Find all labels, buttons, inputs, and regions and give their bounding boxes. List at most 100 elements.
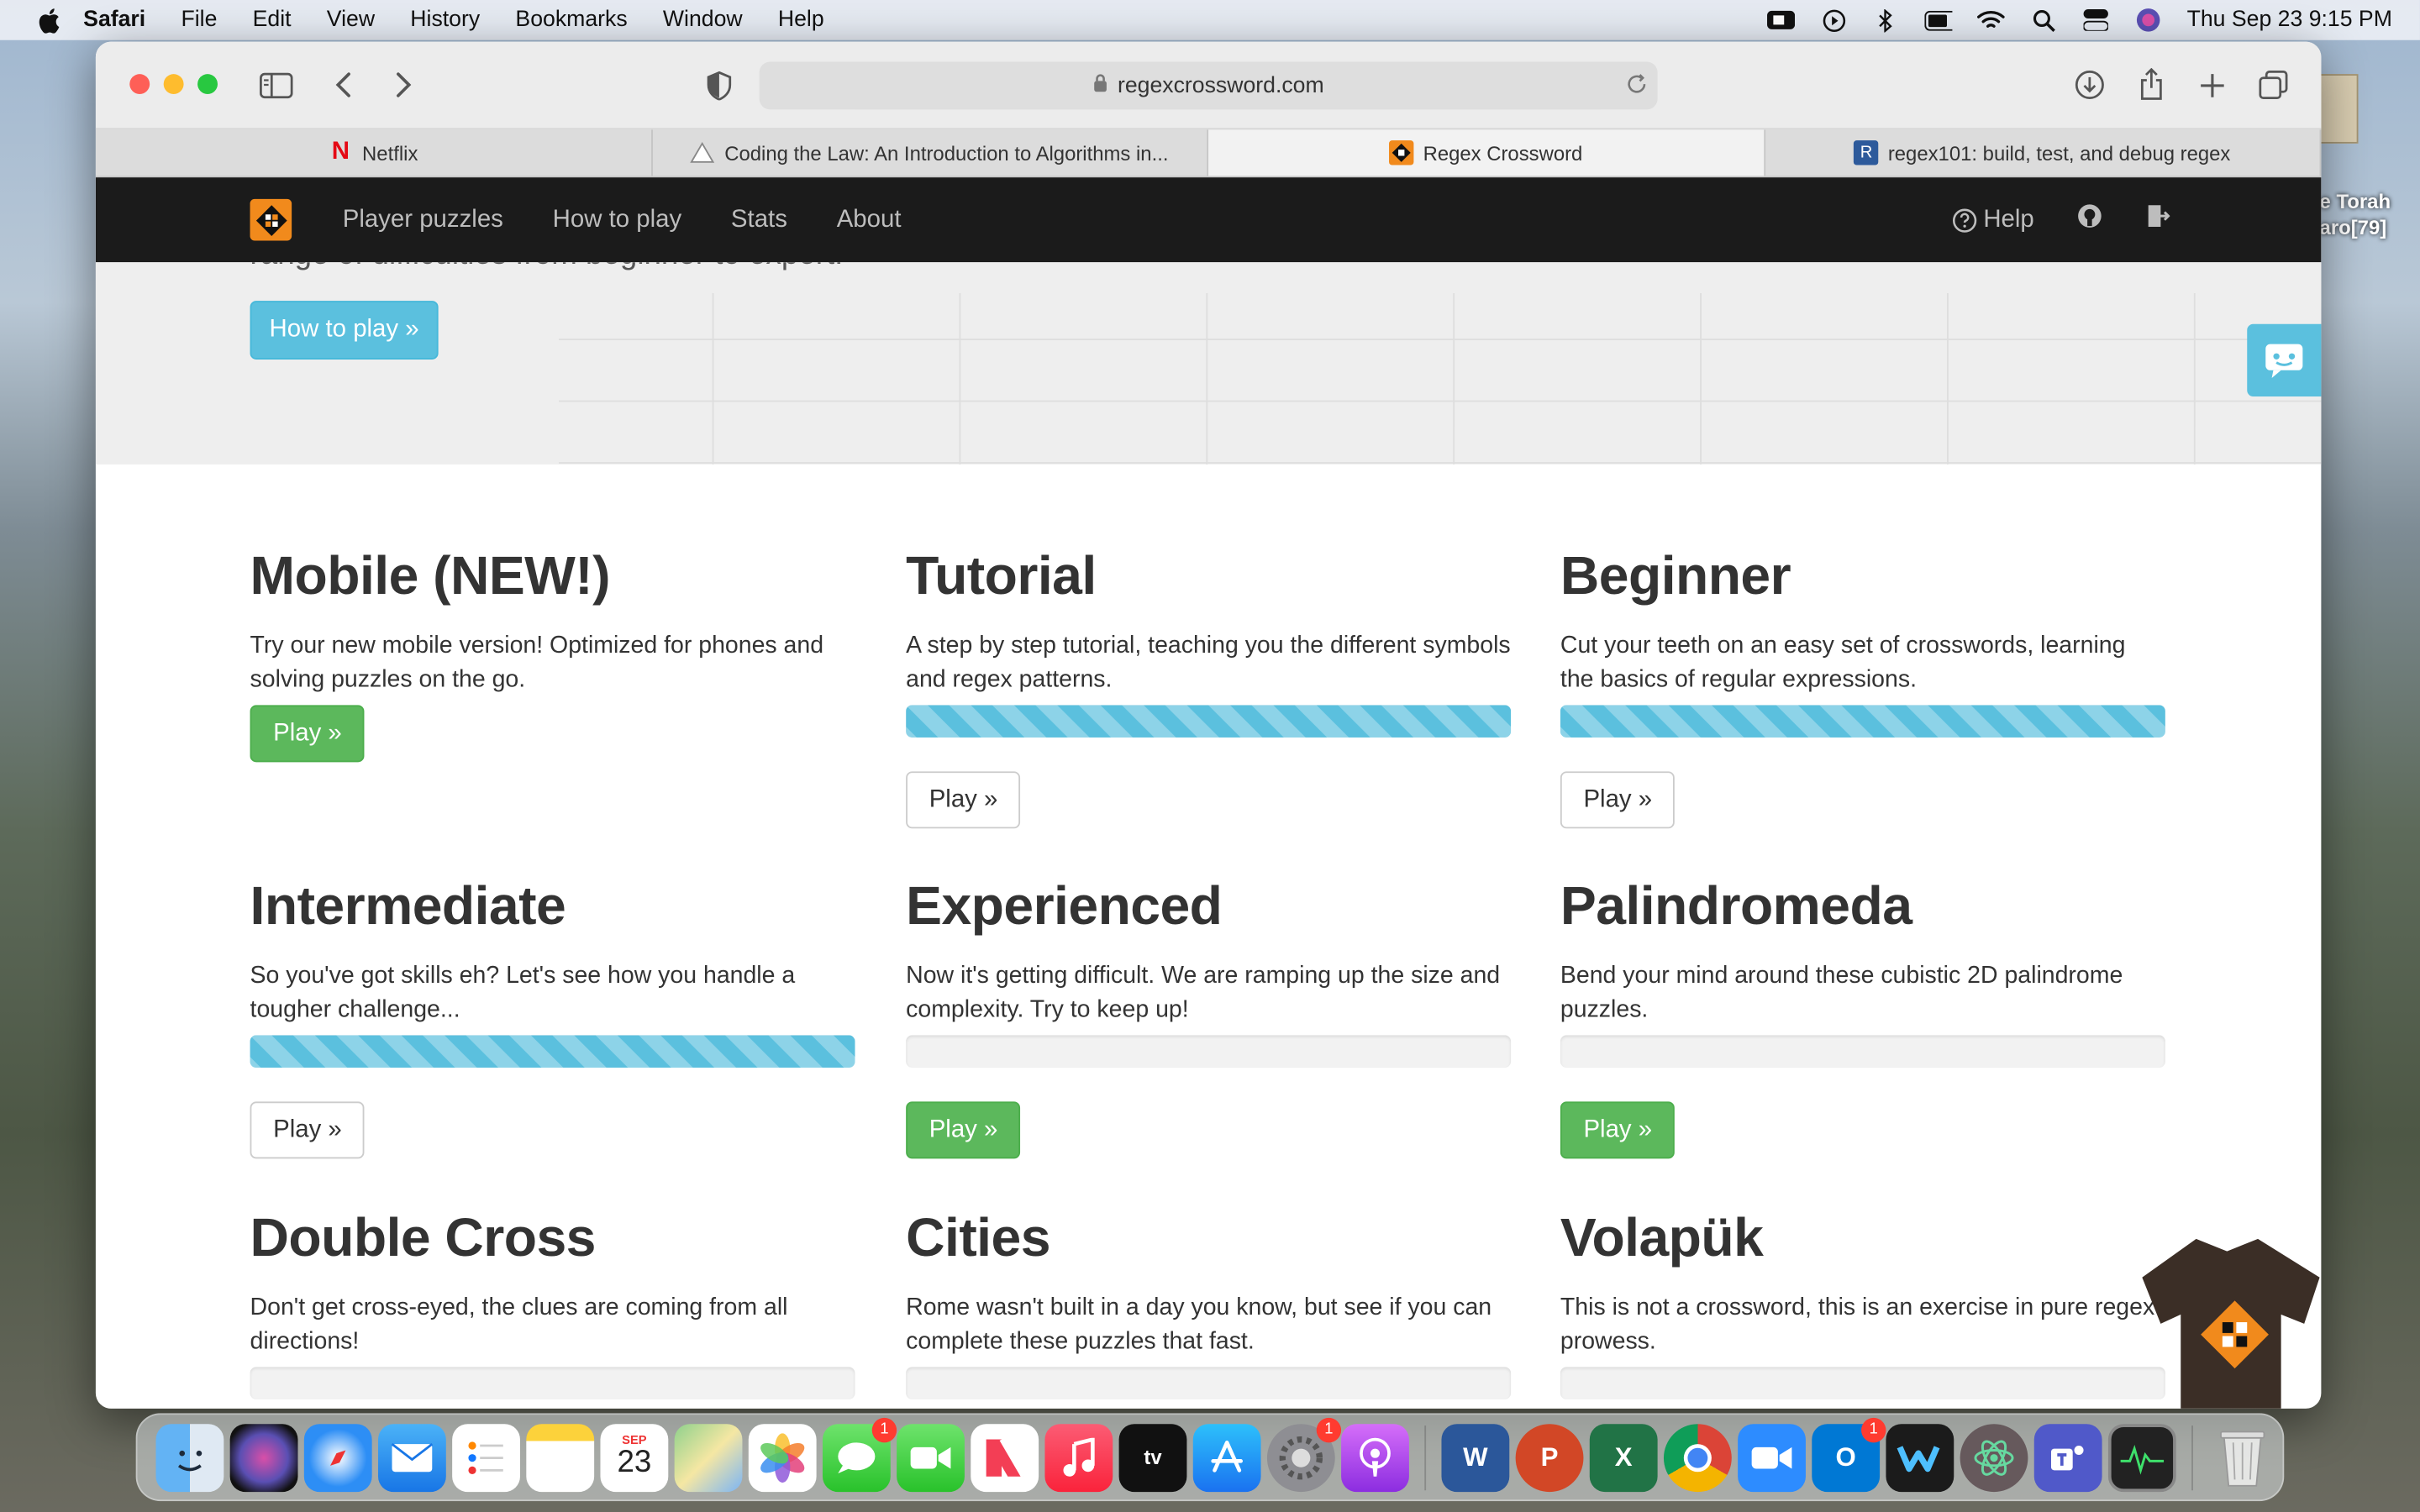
address-bar[interactable]: regexcrossword.com [759, 61, 1658, 110]
share-icon[interactable] [2133, 66, 2170, 103]
google-chrome-icon[interactable] [1663, 1423, 1732, 1492]
battery-icon[interactable] [1924, 9, 1953, 31]
apple-tv-icon[interactable]: tv [1118, 1423, 1187, 1492]
control-center-icon[interactable] [2082, 9, 2110, 31]
tshirt-promo-image[interactable] [2142, 1231, 2321, 1409]
zoom-window-button[interactable] [197, 74, 218, 95]
podcasts-icon[interactable] [1341, 1423, 1409, 1492]
microsoft-powerpoint-icon[interactable]: P [1515, 1423, 1584, 1492]
play-tutorial-button[interactable]: Play » [906, 771, 1021, 829]
nav-about[interactable]: About [837, 206, 902, 234]
menu-history[interactable]: History [410, 8, 480, 32]
play-experienced-button[interactable]: Play » [906, 1101, 1021, 1159]
finder-icon[interactable] [155, 1423, 224, 1492]
apple-icon[interactable] [34, 6, 61, 34]
puzzle-title: Mobile (NEW!) [250, 546, 611, 606]
menu-app-name[interactable]: Safari [83, 8, 145, 32]
puzzle-card-experienced: Experienced Now it's getting difficult. … [906, 876, 1511, 1027]
system-preferences-icon[interactable]: 1 [1266, 1417, 1342, 1492]
nav-player-puzzles[interactable]: Player puzzles [343, 206, 503, 234]
regex-crossword-logo[interactable] [250, 198, 292, 241]
video-camera-icon[interactable] [1767, 9, 1796, 31]
puzzle-card-tutorial: Tutorial A step by step tutorial, teachi… [906, 546, 1511, 697]
feedback-chat-button[interactable] [2247, 323, 2322, 397]
puzzle-description: Cut your teeth on an easy set of crosswo… [1560, 633, 2126, 693]
puzzle-card-mobile: Mobile (NEW!) Try our new mobile version… [250, 546, 855, 697]
netflix-icon: N [331, 139, 350, 165]
desktop-file-label[interactable]: e Torah aro[79] [2320, 188, 2391, 240]
privacy-shield-icon[interactable] [701, 66, 738, 103]
new-tab-plus-icon[interactable] [2193, 66, 2230, 103]
webex-icon[interactable] [1886, 1423, 1954, 1492]
microsoft-teams-icon[interactable] [2033, 1423, 2102, 1492]
activity-monitor-icon[interactable] [2107, 1423, 2176, 1492]
sign-out-icon[interactable] [2145, 203, 2170, 236]
reminders-icon[interactable] [452, 1423, 520, 1492]
desktop-file-thumbnail[interactable] [2315, 74, 2359, 144]
safari-app-icon[interactable] [303, 1423, 372, 1492]
news-icon[interactable] [971, 1423, 1039, 1492]
puzzle-title: Beginner [1560, 546, 1791, 606]
minimize-window-button[interactable] [163, 74, 184, 95]
hero-background-pattern [558, 292, 2322, 465]
music-icon[interactable] [1044, 1423, 1113, 1492]
siri-icon[interactable] [2134, 8, 2162, 32]
siri-app-icon[interactable] [229, 1423, 298, 1492]
reload-icon[interactable] [1625, 72, 1649, 102]
puzzle-description: So you've got skills eh? Let's see how y… [250, 963, 796, 1023]
zoom-icon[interactable] [1738, 1423, 1806, 1492]
menu-clock[interactable]: Thu Sep 23 9:15 PM [2187, 8, 2392, 32]
downloads-icon[interactable] [2071, 66, 2108, 103]
bluetooth-icon[interactable] [1872, 8, 1900, 32]
maps-icon[interactable] [674, 1423, 743, 1492]
menu-window[interactable]: Window [663, 8, 743, 32]
beginner-progress-bar [1560, 705, 2165, 738]
puzzle-description: Now it's getting difficult. We are rampi… [906, 963, 1501, 1023]
app-store-icon[interactable] [1192, 1423, 1261, 1492]
play-mobile-button[interactable]: Play » [250, 705, 366, 763]
menu-help[interactable]: Help [778, 8, 824, 32]
menu-edit[interactable]: Edit [253, 8, 292, 32]
menu-file[interactable]: File [181, 8, 217, 32]
play-beginner-button[interactable]: Play » [1560, 771, 1676, 829]
tab-netflix[interactable]: N Netflix [96, 129, 653, 176]
github-icon[interactable] [2077, 203, 2102, 236]
play-intermediate-button[interactable]: Play » [250, 1101, 366, 1159]
close-window-button[interactable] [129, 74, 150, 95]
tab-coding-the-law[interactable]: Coding the Law: An Introduction to Algor… [652, 129, 1209, 176]
hero-section: range of difficulties from beginner to e… [95, 262, 2322, 465]
sidebar-toggle-icon[interactable] [258, 66, 295, 103]
puzzle-title: Palindromeda [1560, 876, 1912, 937]
microsoft-word-icon[interactable]: W [1441, 1423, 1510, 1492]
puzzle-description: A step by step tutorial, teaching you th… [906, 633, 1511, 693]
tab-regex-crossword[interactable]: Regex Crossword [1208, 129, 1765, 176]
lock-icon [1093, 72, 1108, 98]
microsoft-outlook-icon[interactable]: O1 [1812, 1417, 1886, 1492]
notes-icon[interactable] [526, 1423, 595, 1492]
nav-help[interactable]: Help [1953, 206, 2034, 234]
messages-badge: 1 [871, 1417, 897, 1442]
tab-overview-icon[interactable] [2254, 66, 2291, 103]
forward-chevron-icon[interactable] [384, 66, 421, 103]
messages-icon[interactable]: 1 [822, 1417, 897, 1492]
trash-icon[interactable] [2208, 1423, 2276, 1491]
photos-icon[interactable] [748, 1423, 817, 1492]
nav-how-to-play[interactable]: How to play [553, 206, 682, 234]
play-circle-icon[interactable] [1819, 8, 1847, 32]
calendar-icon[interactable]: SEP 23 [600, 1423, 669, 1492]
play-palindromeda-button[interactable]: Play » [1560, 1101, 1676, 1159]
regex-crossword-icon [1389, 140, 1414, 165]
menu-bookmarks[interactable]: Bookmarks [515, 8, 627, 32]
microsoft-excel-icon[interactable]: X [1589, 1423, 1658, 1492]
window-controls [129, 74, 218, 95]
how-to-play-button[interactable]: How to play » [250, 301, 439, 360]
back-chevron-icon[interactable] [326, 66, 363, 103]
menu-view[interactable]: View [327, 8, 375, 32]
spotlight-search-icon[interactable] [2029, 9, 2057, 32]
wifi-icon[interactable] [1976, 9, 2005, 31]
nav-stats[interactable]: Stats [731, 206, 787, 234]
mail-icon[interactable] [377, 1423, 446, 1492]
tab-regex101[interactable]: Rregex101: build, test, and debug regex [1765, 129, 2322, 176]
facetime-icon[interactable] [897, 1423, 965, 1492]
atom-icon[interactable] [1960, 1423, 2028, 1492]
